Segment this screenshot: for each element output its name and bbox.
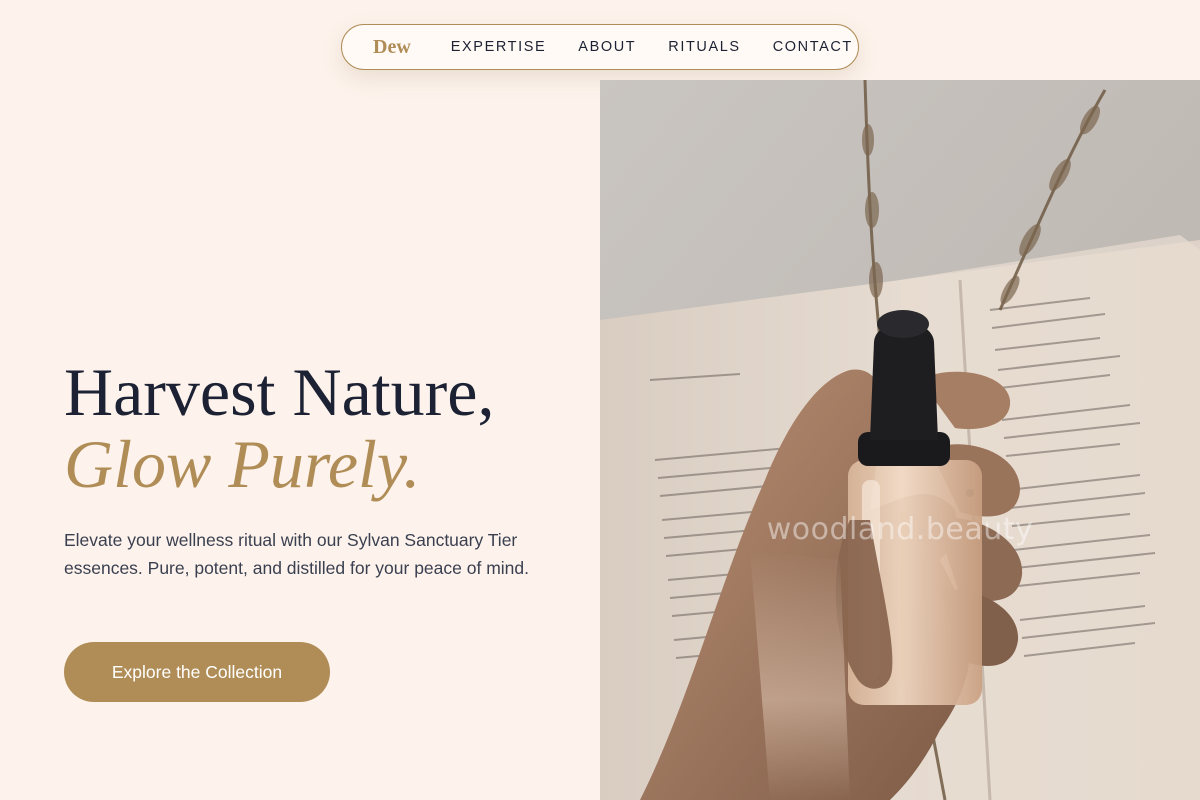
hero-title: Harvest Nature,	[64, 354, 495, 430]
image-watermark: woodland.beauty	[766, 512, 1034, 547]
hero-title-accent: Glow Purely.	[64, 426, 421, 502]
nav-link-rituals[interactable]: RITUALS	[668, 39, 740, 55]
nav-link-about[interactable]: ABOUT	[578, 39, 636, 55]
hero-description: Elevate your wellness ritual with our Sy…	[64, 530, 529, 578]
serum-bottle-photo	[600, 80, 1200, 800]
top-navigation: Dew EXPERTISE ABOUT RITUALS CONTACT	[341, 24, 859, 70]
nav-link-expertise[interactable]: EXPERTISE	[451, 39, 547, 55]
hero-image: woodland.beauty	[600, 80, 1200, 800]
nav-link-contact[interactable]: CONTACT	[773, 39, 853, 55]
explore-collection-button[interactable]: Explore the Collection	[64, 642, 330, 702]
brand-logo[interactable]: Dew	[373, 36, 411, 59]
